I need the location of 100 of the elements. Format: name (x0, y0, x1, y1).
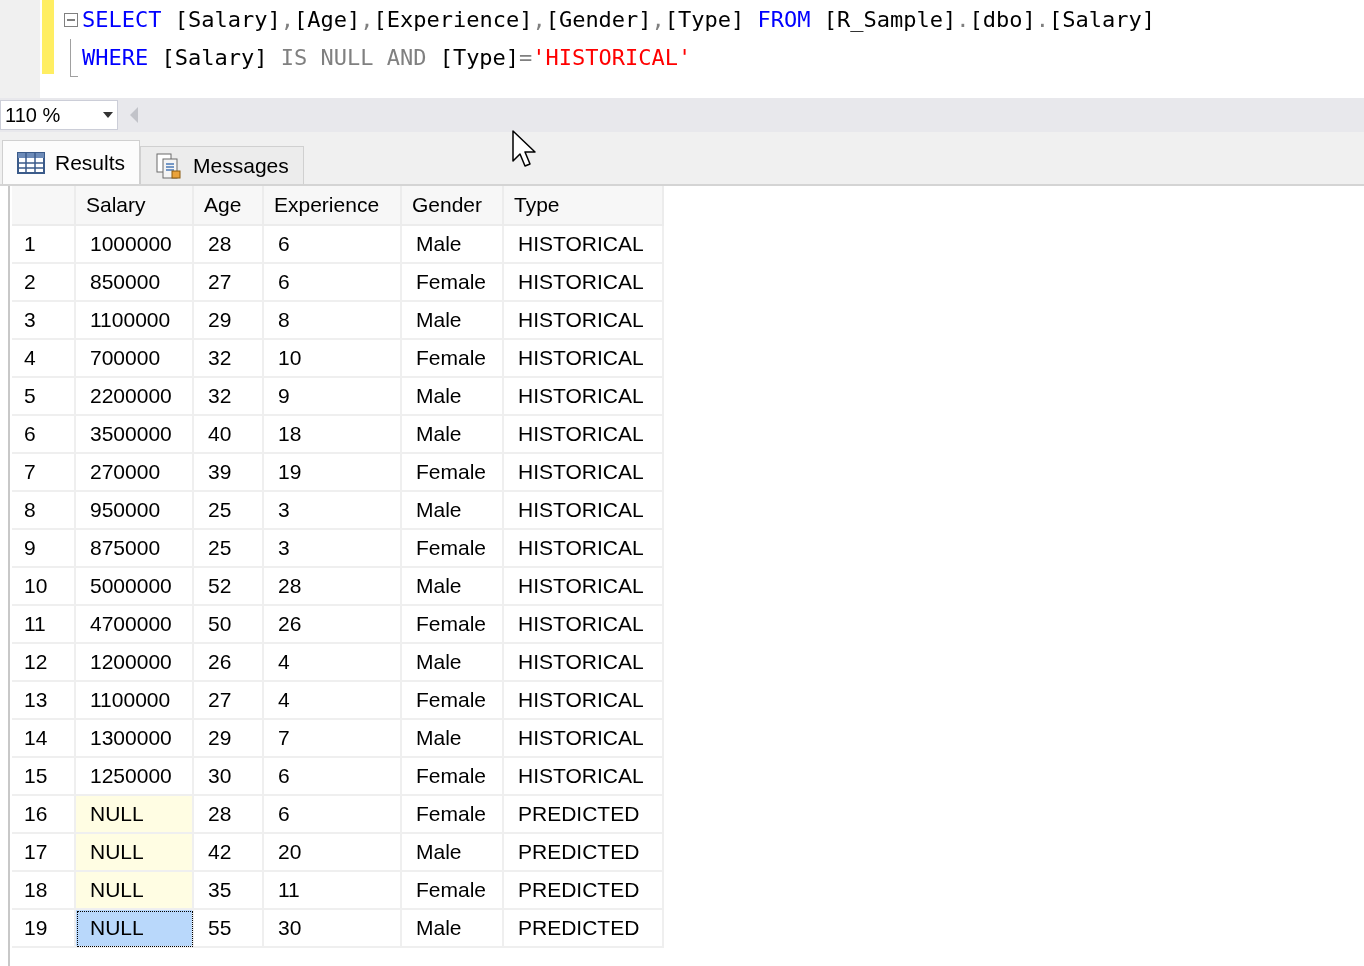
table-cell[interactable]: PREDICTED (504, 796, 664, 834)
table-cell[interactable]: 6 (264, 226, 402, 264)
table-cell[interactable]: Male (402, 644, 504, 682)
table-cell[interactable]: 3500000 (76, 416, 194, 454)
table-cell[interactable]: 9 (264, 378, 402, 416)
table-cell[interactable]: 10 (264, 340, 402, 378)
table-cell[interactable]: 40 (194, 416, 264, 454)
table-cell[interactable]: Female (402, 682, 504, 720)
table-cell[interactable]: HISTORICAL (504, 416, 664, 454)
table-cell[interactable]: HISTORICAL (504, 720, 664, 758)
table-cell[interactable]: Male (402, 834, 504, 872)
column-header[interactable]: Salary (76, 186, 194, 226)
row-number[interactable]: 10 (12, 568, 76, 606)
table-cell[interactable]: Female (402, 606, 504, 644)
result-tab[interactable]: Results (2, 140, 141, 184)
table-cell[interactable]: 32 (194, 340, 264, 378)
row-number[interactable]: 4 (12, 340, 76, 378)
table-cell[interactable]: 6 (264, 758, 402, 796)
table-cell[interactable]: HISTORICAL (504, 758, 664, 796)
zoom-dropdown[interactable]: 110 % (0, 100, 118, 130)
table-cell[interactable]: Male (402, 416, 504, 454)
table-cell[interactable]: Male (402, 910, 504, 948)
table-cell[interactable]: 52 (194, 568, 264, 606)
column-header[interactable]: Type (504, 186, 664, 226)
table-cell[interactable]: 28 (264, 568, 402, 606)
table-cell[interactable]: NULL (76, 872, 194, 910)
table-cell[interactable]: 42 (194, 834, 264, 872)
table-cell[interactable]: 26 (264, 606, 402, 644)
table-cell[interactable]: Female (402, 758, 504, 796)
row-number[interactable]: 7 (12, 454, 76, 492)
table-cell[interactable]: HISTORICAL (504, 492, 664, 530)
table-cell[interactable]: Female (402, 340, 504, 378)
table-cell[interactable]: 30 (264, 910, 402, 948)
collapse-icon[interactable] (64, 13, 78, 27)
table-cell[interactable]: 28 (194, 796, 264, 834)
column-header[interactable]: Age (194, 186, 264, 226)
table-cell[interactable]: Male (402, 720, 504, 758)
row-number[interactable]: 9 (12, 530, 76, 568)
table-cell[interactable]: 1000000 (76, 226, 194, 264)
table-cell[interactable]: 35 (194, 872, 264, 910)
table-cell[interactable]: Female (402, 872, 504, 910)
table-cell[interactable]: 19 (264, 454, 402, 492)
table-cell[interactable]: 4 (264, 644, 402, 682)
table-cell[interactable]: 2200000 (76, 378, 194, 416)
table-cell[interactable]: 50 (194, 606, 264, 644)
row-number[interactable]: 1 (12, 226, 76, 264)
table-cell[interactable]: 39 (194, 454, 264, 492)
row-number[interactable]: 3 (12, 302, 76, 340)
table-cell[interactable]: 7 (264, 720, 402, 758)
table-cell[interactable]: 3 (264, 492, 402, 530)
table-cell[interactable]: HISTORICAL (504, 226, 664, 264)
table-cell[interactable]: Male (402, 302, 504, 340)
table-cell[interactable]: PREDICTED (504, 834, 664, 872)
row-number[interactable]: 6 (12, 416, 76, 454)
table-cell[interactable]: HISTORICAL (504, 454, 664, 492)
table-cell[interactable]: 270000 (76, 454, 194, 492)
table-cell[interactable]: 3 (264, 530, 402, 568)
table-cell[interactable]: HISTORICAL (504, 340, 664, 378)
table-cell[interactable]: NULL (76, 910, 194, 948)
table-cell[interactable]: 30 (194, 758, 264, 796)
table-cell[interactable]: 1100000 (76, 682, 194, 720)
table-cell[interactable]: 29 (194, 302, 264, 340)
table-cell[interactable]: 850000 (76, 264, 194, 302)
table-cell[interactable]: Female (402, 530, 504, 568)
table-cell[interactable]: 1100000 (76, 302, 194, 340)
table-cell[interactable]: Male (402, 568, 504, 606)
row-number[interactable]: 12 (12, 644, 76, 682)
table-cell[interactable]: 20 (264, 834, 402, 872)
table-cell[interactable]: HISTORICAL (504, 644, 664, 682)
table-cell[interactable]: 55 (194, 910, 264, 948)
table-cell[interactable]: 26 (194, 644, 264, 682)
table-cell[interactable]: HISTORICAL (504, 378, 664, 416)
table-cell[interactable]: Female (402, 454, 504, 492)
table-cell[interactable]: 18 (264, 416, 402, 454)
row-number[interactable]: 2 (12, 264, 76, 302)
table-cell[interactable]: HISTORICAL (504, 530, 664, 568)
table-cell[interactable]: Male (402, 492, 504, 530)
table-cell[interactable]: 27 (194, 682, 264, 720)
table-cell[interactable]: PREDICTED (504, 910, 664, 948)
table-cell[interactable]: HISTORICAL (504, 606, 664, 644)
table-cell[interactable]: 6 (264, 264, 402, 302)
table-cell[interactable]: 27 (194, 264, 264, 302)
table-cell[interactable]: NULL (76, 834, 194, 872)
table-cell[interactable]: 5000000 (76, 568, 194, 606)
table-cell[interactable]: Male (402, 378, 504, 416)
table-cell[interactable]: 32 (194, 378, 264, 416)
table-cell[interactable]: 8 (264, 302, 402, 340)
table-cell[interactable]: 29 (194, 720, 264, 758)
table-cell[interactable]: 4700000 (76, 606, 194, 644)
table-cell[interactable]: 875000 (76, 530, 194, 568)
table-cell[interactable]: 1300000 (76, 720, 194, 758)
table-cell[interactable]: 1200000 (76, 644, 194, 682)
table-cell[interactable]: Male (402, 226, 504, 264)
row-number[interactable]: 15 (12, 758, 76, 796)
table-cell[interactable]: 950000 (76, 492, 194, 530)
column-header[interactable]: Experience (264, 186, 402, 226)
table-cell[interactable]: 6 (264, 796, 402, 834)
table-cell[interactable]: 4 (264, 682, 402, 720)
table-cell[interactable]: HISTORICAL (504, 264, 664, 302)
table-cell[interactable]: PREDICTED (504, 872, 664, 910)
